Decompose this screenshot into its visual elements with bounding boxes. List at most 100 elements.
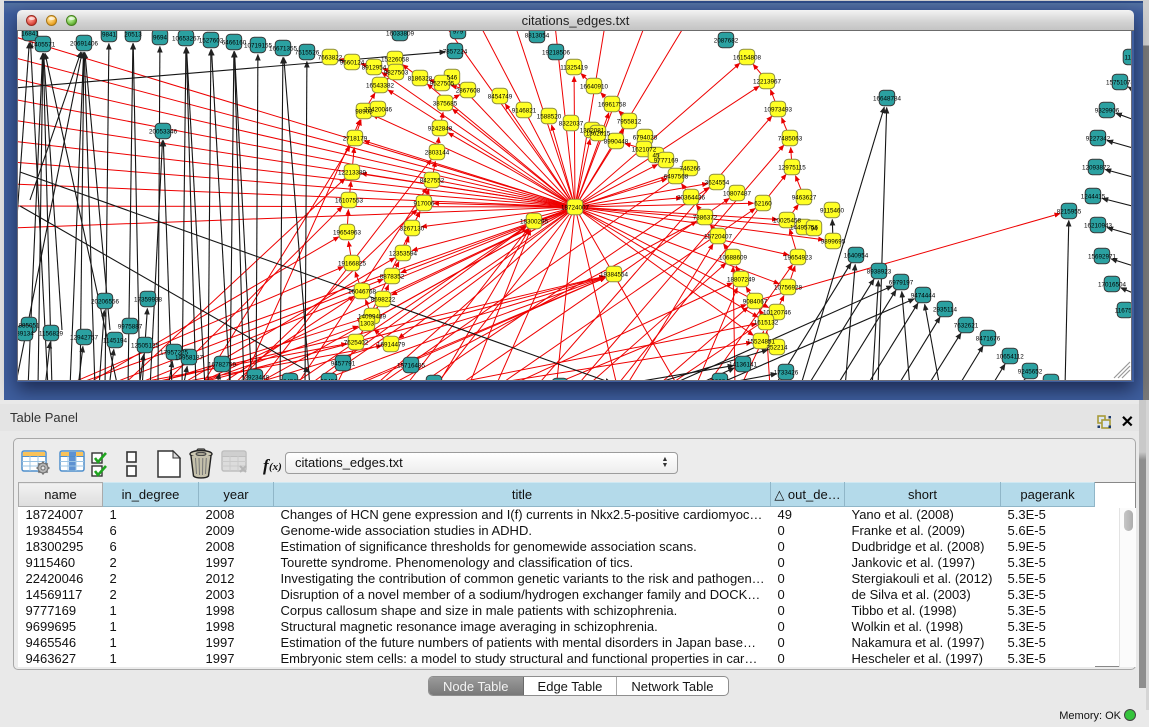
svg-text:16210943: 16210943: [1084, 222, 1113, 229]
svg-text:7625402: 7625402: [344, 339, 369, 346]
svg-text:16046768: 16046768: [348, 288, 377, 295]
svg-text:9227342: 9227342: [1086, 135, 1111, 142]
svg-text:1112: 1112: [1124, 54, 1132, 61]
svg-text:8990448: 8990448: [604, 138, 629, 145]
svg-text:17359938: 17359938: [134, 296, 163, 303]
svg-text:9777169: 9777169: [654, 157, 679, 164]
svg-text:10653267: 10653267: [172, 35, 201, 42]
svg-text:16640910: 16640910: [580, 83, 609, 90]
svg-text:9827503: 9827503: [384, 69, 409, 76]
svg-text:15226058: 15226058: [381, 56, 410, 63]
svg-text:14136141: 14136141: [729, 361, 758, 368]
svg-text:15692971: 15692971: [1088, 253, 1117, 260]
svg-text:15716485: 15716485: [397, 362, 426, 369]
svg-text:6794028: 6794028: [633, 134, 658, 141]
svg-text:1527602: 1527602: [199, 37, 224, 44]
svg-text:16671355: 16671355: [269, 45, 298, 52]
svg-text:8813054: 8813054: [525, 32, 550, 39]
svg-text:8454749: 8454749: [488, 93, 513, 100]
svg-text:1362615: 1362615: [586, 130, 611, 137]
svg-text:9527505: 9527505: [430, 80, 455, 87]
svg-text:18807249: 18807249: [727, 276, 756, 283]
svg-text:9084067: 9084067: [743, 298, 768, 305]
svg-text:62160: 62160: [754, 200, 772, 207]
svg-text:3267130: 3267130: [400, 225, 425, 232]
svg-text:10973493: 10973493: [764, 106, 793, 113]
svg-text:9146821: 9146821: [512, 107, 537, 114]
svg-text:7632621: 7632621: [954, 322, 979, 329]
svg-text:19166825: 19166825: [338, 260, 367, 267]
svg-text:8215955: 8215955: [1057, 208, 1082, 215]
svg-text:17016504: 17016504: [1098, 281, 1127, 288]
svg-text:12213967: 12213967: [753, 78, 782, 85]
svg-text:12353594: 12353594: [389, 250, 418, 257]
svg-text:2935114: 2935114: [933, 306, 958, 313]
svg-text:99450: 99450: [320, 378, 338, 381]
svg-text:16033809: 16033809: [386, 31, 415, 37]
svg-text:19654923: 19654923: [784, 254, 813, 261]
svg-text:16841: 16841: [21, 31, 39, 37]
svg-text:9115460: 9115460: [820, 207, 845, 214]
svg-text:3875685: 3875685: [433, 100, 458, 107]
svg-text:16543382: 16543382: [366, 82, 395, 89]
svg-text:6979197: 6979197: [889, 279, 914, 286]
svg-text:116753: 116753: [1115, 307, 1132, 314]
svg-text:7515526: 7515526: [295, 49, 320, 56]
svg-text:8938923: 8938923: [867, 268, 892, 275]
svg-text:10756928: 10756928: [774, 284, 803, 291]
svg-text:18724007: 18724007: [561, 204, 590, 211]
svg-text:9474444: 9474444: [911, 292, 936, 299]
svg-text:9899695: 9899695: [821, 238, 846, 245]
svg-text:12923448: 12923448: [241, 374, 270, 381]
svg-text:979: 979: [453, 31, 464, 35]
svg-text:885051: 885051: [18, 322, 40, 329]
svg-text:1156829: 1156829: [39, 330, 64, 337]
svg-text:104523: 104523: [279, 378, 301, 381]
svg-text:12923446: 12923446: [420, 380, 449, 381]
svg-text:7857224: 7857224: [443, 48, 468, 55]
svg-text:252214: 252214: [766, 344, 788, 351]
svg-text:2867608: 2867608: [456, 87, 481, 94]
svg-text:12213389: 12213389: [338, 169, 367, 176]
svg-text:94556: 94556: [1042, 379, 1060, 381]
svg-text:10654112: 10654112: [996, 353, 1024, 360]
svg-text:7955812: 7955812: [617, 118, 642, 125]
svg-text:1733426: 1733426: [774, 369, 799, 376]
svg-text:20364436: 20364436: [677, 194, 706, 201]
svg-text:15751074: 15751074: [1106, 79, 1132, 86]
svg-text:9245652: 9245652: [1018, 368, 1043, 375]
svg-text:12505135: 12505135: [131, 342, 160, 349]
svg-text:9694: 9694: [153, 34, 168, 41]
svg-text:9329906: 9329906: [1095, 107, 1120, 114]
svg-text:10025458: 10025458: [773, 217, 802, 224]
svg-text:8322037: 8322037: [559, 120, 584, 127]
svg-text:19384554: 19384554: [600, 271, 629, 278]
svg-text:8698222: 8698222: [371, 296, 396, 303]
svg-text:1588520: 1588520: [537, 113, 562, 120]
svg-text:1405571: 1405571: [31, 41, 56, 48]
svg-text:19218506: 19218506: [542, 49, 571, 56]
svg-text:2803144: 2803144: [425, 149, 450, 156]
svg-text:12942757: 12942757: [70, 334, 99, 341]
svg-text:9841: 9841: [102, 31, 117, 38]
svg-text:39134: 39134: [18, 330, 34, 337]
svg-text:8878352: 8878352: [380, 273, 405, 280]
svg-text:22420046: 22420046: [364, 106, 393, 113]
svg-text:16914479: 16914479: [377, 341, 406, 348]
svg-text:746266: 746266: [679, 165, 701, 172]
svg-text:1145194: 1145194: [103, 337, 128, 344]
svg-text:(x): (x): [269, 461, 282, 473]
svg-text:16961758: 16961758: [598, 101, 627, 108]
svg-text:10120746: 10120746: [763, 309, 792, 316]
svg-text:9975887: 9975887: [118, 323, 143, 330]
svg-text:96234: 96234: [711, 378, 729, 381]
svg-text:14099489: 14099489: [358, 313, 387, 320]
svg-text:1615132: 1615132: [754, 319, 779, 326]
svg-text:9457791: 9457791: [331, 360, 356, 367]
svg-text:20513: 20513: [124, 31, 142, 38]
svg-text:1640954: 1640954: [844, 252, 869, 259]
svg-text:12093872: 12093872: [1082, 164, 1111, 171]
svg-text:16648784: 16648784: [873, 95, 902, 102]
svg-text:20053346: 20053346: [149, 128, 178, 135]
svg-text:16107553: 16107553: [335, 197, 364, 204]
